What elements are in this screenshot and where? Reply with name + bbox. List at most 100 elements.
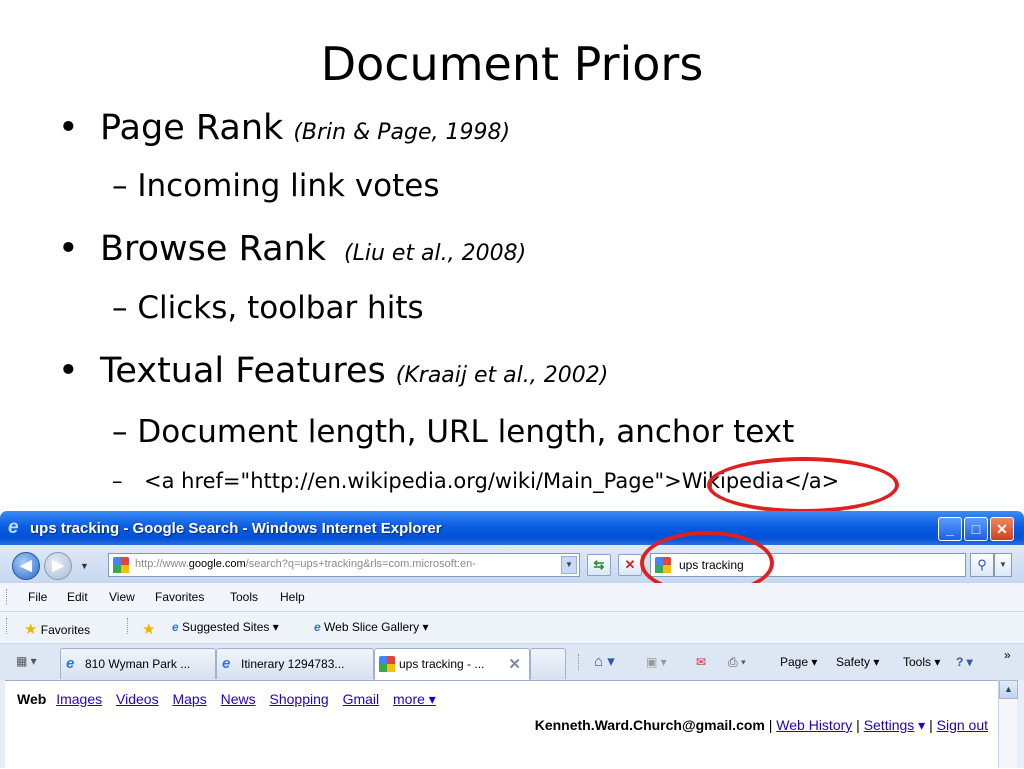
bullet-textual-features: • Textual Features (Kraaij et al., 2002) <box>58 351 608 391</box>
url-prefix: http://www. <box>135 558 189 570</box>
tab-label: Itinerary 1294783... <box>241 657 345 671</box>
menu-favorites[interactable]: Favorites <box>155 590 204 604</box>
web-slice-gallery-button[interactable]: e Web Slice Gallery ▾ <box>314 620 429 634</box>
ie-page-icon: e <box>222 655 231 672</box>
quick-tabs-icon[interactable]: ▦ ▾ <box>16 654 37 668</box>
close-button[interactable]: ✕ <box>990 517 1014 541</box>
scroll-up-icon[interactable]: ▲ <box>999 680 1018 699</box>
settings-dropdown-icon[interactable]: ▾ <box>918 717 925 733</box>
menu-help[interactable]: Help <box>280 590 305 604</box>
toolbar-grip <box>127 618 130 634</box>
feeds-icon[interactable]: ▣ ▾ <box>646 655 667 669</box>
maximize-button[interactable]: □ <box>964 517 988 541</box>
suggested-sites-button[interactable]: e Suggested Sites ▾ <box>172 620 279 634</box>
menu-tools[interactable]: Tools <box>230 590 258 604</box>
safety-menu[interactable]: Safety ▾ <box>836 655 879 669</box>
bullet-citation: (Kraaij et al., 2002) <box>395 363 609 388</box>
nav-images[interactable]: Images <box>56 691 102 707</box>
minimize-button[interactable]: _ <box>938 517 962 541</box>
ie-page-icon: e <box>66 655 75 672</box>
nav-news[interactable]: News <box>221 691 256 707</box>
search-button[interactable]: ⚲ <box>970 553 994 577</box>
page-content: Web Images Videos Maps News Shopping Gma… <box>5 680 998 769</box>
url-path: /search?q=ups+tracking&rls=com.microsoft… <box>245 558 476 570</box>
stop-icon: ✕ <box>624 557 636 572</box>
google-favicon-icon <box>379 656 395 672</box>
nav-web: Web <box>17 691 47 707</box>
tools-menu[interactable]: Tools ▾ <box>903 655 940 669</box>
slide-bullet-list: • Page Rank (Brin & Page, 1998) – Incoming… <box>0 0 1024 513</box>
help-icon[interactable]: ? ▾ <box>956 655 973 669</box>
home-icon[interactable]: ⌂ ▾ <box>594 652 615 670</box>
address-bar[interactable]: http://www.google.com/search?q=ups+track… <box>108 553 580 577</box>
google-nav: Web Images Videos Maps News Shopping Gma… <box>17 691 436 708</box>
separator: | <box>768 717 773 733</box>
back-arrow-icon: ◀ <box>20 557 32 574</box>
bullet-marker: • <box>58 108 79 148</box>
favorites-bar: ★ Favorites ★ e Suggested Sites ▾ e Web … <box>0 612 1024 644</box>
url-domain: google.com <box>188 558 246 570</box>
nav-maps[interactable]: Maps <box>172 691 206 707</box>
tab-label: 810 Wyman Park ... <box>85 657 191 671</box>
bullet-browse-rank: • Browse Rank (Liu et al., 2008) <box>58 229 526 269</box>
address-toolbar: ◀ ▶ ▼ http://www.google.com/search?q=ups… <box>0 531 1024 595</box>
web-history-link[interactable]: Web History <box>776 717 852 733</box>
add-favorite-button[interactable]: ★ <box>142 620 155 638</box>
separator: | <box>856 717 860 733</box>
sign-out-link[interactable]: Sign out <box>937 717 988 733</box>
menu-view[interactable]: View <box>109 590 135 604</box>
ie-titlebar: e ups tracking - Google Search - Windows… <box>0 511 1024 545</box>
nav-videos[interactable]: Videos <box>116 691 159 707</box>
ie-window: e ups tracking - Google Search - Windows… <box>0 511 1024 769</box>
menu-file[interactable]: File <box>28 590 47 604</box>
tab-ups-tracking[interactable]: ups tracking - ... ✕ <box>374 648 530 681</box>
new-tab-button[interactable] <box>530 648 566 679</box>
suggested-sites-label: Suggested Sites ▾ <box>182 620 279 634</box>
refresh-icon: ⇆ <box>593 557 605 572</box>
toolbar-grip <box>6 618 9 634</box>
annotation-circle-wikipedia <box>707 457 899 513</box>
favorites-button[interactable]: ★ Favorites <box>24 620 90 638</box>
window-title: ups tracking - Google Search - Windows I… <box>30 520 442 537</box>
stop-button[interactable]: ✕ <box>618 554 642 576</box>
nav-gmail[interactable]: Gmail <box>343 691 380 707</box>
search-options-dropdown[interactable]: ▼ <box>994 553 1012 577</box>
tab-wyman-park[interactable]: e 810 Wyman Park ... <box>60 648 216 679</box>
user-email: Kenneth.Ward.Church@gmail.com <box>534 717 765 733</box>
forward-button[interactable]: ▶ <box>44 552 72 580</box>
vertical-scrollbar[interactable]: ▲ <box>998 680 1018 768</box>
add-to-favorites-icon: ★ <box>142 621 156 638</box>
ie-logo-icon: e <box>8 517 19 538</box>
back-button[interactable]: ◀ <box>12 552 40 580</box>
bullet-label: Page Rank <box>100 108 284 148</box>
bullet-label: Browse Rank <box>100 229 327 269</box>
mail-icon[interactable]: ✉ <box>696 655 706 669</box>
history-dropdown-icon[interactable]: ▼ <box>80 561 89 571</box>
ie-frame: ◀ ▶ ▼ http://www.google.com/search?q=ups… <box>0 531 1024 769</box>
toolbar-grip <box>578 654 581 670</box>
bullet-marker: • <box>58 351 79 391</box>
tab-itinerary[interactable]: e Itinerary 1294783... <box>216 648 374 679</box>
refresh-button[interactable]: ⇆ <box>587 554 611 576</box>
separator: | <box>929 717 933 733</box>
ie-page-icon: e <box>172 620 179 634</box>
close-tab-icon[interactable]: ✕ <box>508 655 521 673</box>
bullet-label: Textual Features <box>100 351 386 391</box>
toolbar-grip <box>6 589 9 605</box>
bullet-page-rank: • Page Rank (Brin & Page, 1998) <box>58 108 510 148</box>
print-icon[interactable]: ⎙ ▾ <box>728 655 746 670</box>
settings-link[interactable]: Settings <box>864 717 915 733</box>
forward-arrow-icon: ▶ <box>52 557 64 574</box>
tab-bar: ▦ ▾ e 810 Wyman Park ... e Itinerary 129… <box>0 644 1024 681</box>
google-favicon-icon <box>113 557 129 573</box>
bullet-marker: • <box>58 229 79 269</box>
user-bar: Kenneth.Ward.Church@gmail.com | Web Hist… <box>535 717 988 734</box>
menu-edit[interactable]: Edit <box>67 590 88 604</box>
favorites-star-icon: ★ <box>24 621 38 638</box>
nav-shopping[interactable]: Shopping <box>270 691 329 707</box>
favorites-label: Favorites <box>40 623 91 637</box>
toolbar-chevron-icon[interactable]: » <box>1004 648 1011 662</box>
nav-more[interactable]: more ▾ <box>393 691 436 707</box>
page-menu[interactable]: Page ▾ <box>780 655 817 669</box>
address-dropdown-icon[interactable]: ▼ <box>561 556 577 574</box>
